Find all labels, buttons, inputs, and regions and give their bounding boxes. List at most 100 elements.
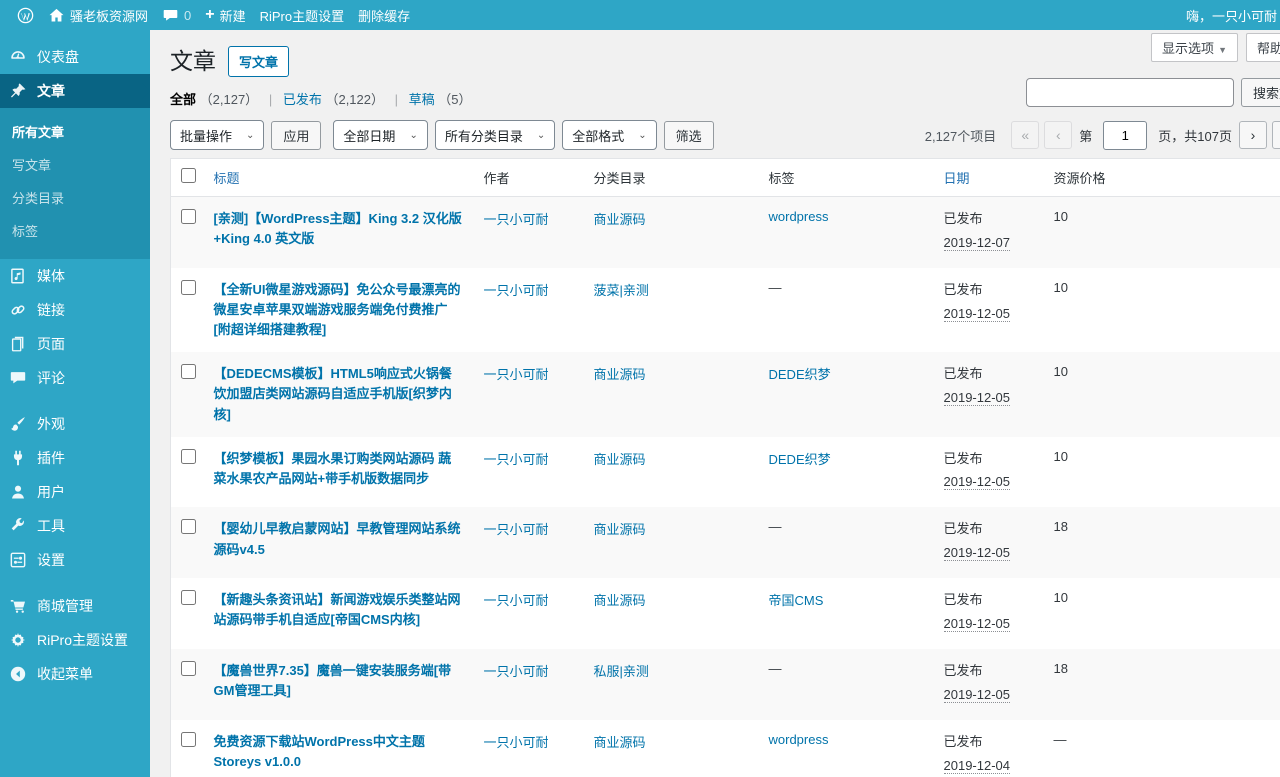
post-title-link[interactable]: 【织梦模板】果园水果订购类网站源码 蔬菜水果农产品网站+带手机版数据同步 xyxy=(214,451,452,486)
resource-price: 18 xyxy=(1054,519,1068,534)
post-title-link[interactable]: 【婴幼儿早教启蒙网站】早教管理网站系统源码v4.5 xyxy=(214,521,461,556)
submenu-categories[interactable]: 分类目录 xyxy=(0,181,150,214)
tag-link[interactable]: 帝国CMS xyxy=(769,593,824,608)
sidebar-item-label: 外观 xyxy=(37,414,65,434)
ripro-theme-settings-link[interactable]: RiPro主题设置 xyxy=(253,0,352,30)
category-link[interactable]: 商业源码 xyxy=(594,367,646,382)
sidebar-item-settings[interactable]: 设置 xyxy=(0,543,150,577)
sidebar-item-ripro-settings[interactable]: RiPro主题设置 xyxy=(0,623,150,657)
filter-button[interactable]: 筛选 xyxy=(664,121,714,150)
user-greeting[interactable]: 嗨，一只小可耐 xyxy=(1179,0,1280,30)
sidebar-item-label: 用户 xyxy=(37,482,65,502)
author-link[interactable]: 一只小可耐 xyxy=(484,522,549,537)
pagination: 2,127个项目 « ‹ 第 页，共107页 › » xyxy=(925,121,1280,150)
post-title-link[interactable]: 【魔兽世界7.35】魔兽一键安装服务端[带GM管理工具] xyxy=(214,663,452,698)
comments-bubble[interactable]: 0 xyxy=(155,0,198,30)
category-link[interactable]: 商业源码 xyxy=(594,212,646,227)
sidebar-item-users[interactable]: 用户 xyxy=(0,475,150,509)
post-title-link[interactable]: 【DEDECMS模板】HTML5响应式火锅餐饮加盟店类网站源码自适应手机版[织梦… xyxy=(214,366,452,421)
sidebar-item-plugins[interactable]: 插件 xyxy=(0,441,150,475)
sidebar-item-shop-manage[interactable]: 商城管理 xyxy=(0,589,150,623)
post-title-link[interactable]: 【全新UI微星游戏源码】免公众号最漂亮的微星安卓苹果双端游戏服务端免付费推广[附… xyxy=(214,282,461,337)
row-checkbox[interactable] xyxy=(181,209,196,224)
sidebar-item-tools[interactable]: 工具 xyxy=(0,509,150,543)
sidebar-item-media[interactable]: 媒体 xyxy=(0,259,150,293)
author-link[interactable]: 一只小可耐 xyxy=(484,664,549,679)
tag-link[interactable]: wordpress xyxy=(769,732,829,747)
apply-button[interactable]: 应用 xyxy=(271,121,321,150)
wrench-icon xyxy=(8,517,28,535)
row-checkbox[interactable] xyxy=(181,280,196,295)
view-published-link[interactable]: 已发布 xyxy=(283,92,322,107)
select-all-checkbox[interactable] xyxy=(181,168,196,183)
sidebar-item-dashboard[interactable]: 仪表盘 xyxy=(0,40,150,74)
wordpress-logo-icon[interactable] xyxy=(10,0,41,30)
sidebar-item-appearance[interactable]: 外观 xyxy=(0,407,150,441)
view-draft-link[interactable]: 草稿 xyxy=(409,92,435,107)
submenu-all-posts[interactable]: 所有文章 xyxy=(0,115,150,148)
column-header-date[interactable]: 日期 xyxy=(944,171,970,186)
post-title-link[interactable]: 免费资源下载站WordPress中文主题 Storeys v1.0.0 xyxy=(214,734,425,769)
submenu-tags[interactable]: 标签 xyxy=(0,214,150,247)
sidebar-separator xyxy=(0,395,150,407)
chevron-down-icon: ▼ xyxy=(1218,45,1227,55)
category-link[interactable]: 私服|亲测 xyxy=(594,664,649,679)
new-content-button[interactable]: + 新建 xyxy=(198,0,252,30)
help-button[interactable]: 帮助 xyxy=(1246,33,1280,62)
format-filter-select[interactable]: 全部格式⌄ xyxy=(562,120,656,150)
last-page-button[interactable]: » xyxy=(1272,121,1280,149)
category-link[interactable]: 商业源码 xyxy=(594,735,646,750)
author-link[interactable]: 一只小可耐 xyxy=(484,735,549,750)
sidebar-item-comments[interactable]: 评论 xyxy=(0,361,150,395)
author-link[interactable]: 一只小可耐 xyxy=(484,452,549,467)
row-checkbox[interactable] xyxy=(181,449,196,464)
resource-price: 10 xyxy=(1054,449,1068,464)
category-link[interactable]: 菠菜|亲测 xyxy=(594,283,649,298)
site-name-link[interactable]: 骚老板资源网 xyxy=(41,0,155,30)
sidebar-item-links[interactable]: 链接 xyxy=(0,293,150,327)
row-checkbox[interactable] xyxy=(181,519,196,534)
next-page-button[interactable]: › xyxy=(1239,121,1267,149)
sidebar-item-collapse-menu[interactable]: 收起菜单 xyxy=(0,657,150,691)
post-status: 已发布 xyxy=(944,451,983,466)
bulk-actions-select[interactable]: 批量操作⌄ xyxy=(170,120,264,150)
search-input[interactable] xyxy=(1026,78,1234,107)
resource-price: 10 xyxy=(1054,209,1068,224)
date-filter-select[interactable]: 全部日期⌄ xyxy=(333,120,427,150)
table-row: 【织梦模板】果园水果订购类网站源码 蔬菜水果农产品网站+带手机版数据同步 一只小… xyxy=(171,437,1280,508)
first-page-button: « xyxy=(1011,121,1039,149)
column-header-category: 分类目录 xyxy=(584,159,759,197)
row-checkbox[interactable] xyxy=(181,364,196,379)
category-link[interactable]: 商业源码 xyxy=(594,593,646,608)
category-filter-select[interactable]: 所有分类目录⌄ xyxy=(435,120,555,150)
view-all-link[interactable]: 全部 xyxy=(170,92,196,107)
search-posts-button[interactable]: 搜索文章 xyxy=(1241,78,1280,107)
row-checkbox[interactable] xyxy=(181,661,196,676)
category-link[interactable]: 商业源码 xyxy=(594,452,646,467)
tag-link[interactable]: wordpress xyxy=(769,209,829,224)
author-link[interactable]: 一只小可耐 xyxy=(484,367,549,382)
author-link[interactable]: 一只小可耐 xyxy=(484,283,549,298)
column-header-title[interactable]: 标题 xyxy=(214,171,240,186)
view-separator: | xyxy=(269,92,272,107)
row-checkbox[interactable] xyxy=(181,732,196,747)
wordpress-logo-icon xyxy=(17,7,34,24)
sidebar-item-pages[interactable]: 页面 xyxy=(0,327,150,361)
add-new-post-button[interactable]: 写文章 xyxy=(228,46,289,77)
author-link[interactable]: 一只小可耐 xyxy=(484,593,549,608)
tag-link[interactable]: DEDE织梦 xyxy=(769,452,831,467)
collapse-arrow-icon xyxy=(8,665,28,683)
screen-options-button[interactable]: 显示选项▼ xyxy=(1151,33,1238,62)
post-date: 2019-12-07 xyxy=(944,235,1011,251)
category-link[interactable]: 商业源码 xyxy=(594,522,646,537)
row-checkbox[interactable] xyxy=(181,590,196,605)
clear-cache-link[interactable]: 删除缓存 xyxy=(351,0,417,30)
post-title-link[interactable]: 【新趣头条资讯站】新闻游戏娱乐类整站网站源码带手机自适应[帝国CMS内核] xyxy=(214,592,461,627)
tag-link[interactable]: DEDE织梦 xyxy=(769,367,831,382)
submenu-new-post[interactable]: 写文章 xyxy=(0,148,150,181)
author-link[interactable]: 一只小可耐 xyxy=(484,212,549,227)
post-title-link[interactable]: [亲测]【WordPress主题】King 3.2 汉化版+King 4.0 英… xyxy=(214,211,462,246)
page-header: 文章 写文章 xyxy=(170,30,1280,77)
current-page-input[interactable] xyxy=(1103,121,1147,150)
sidebar-item-posts[interactable]: 文章 xyxy=(0,74,150,108)
